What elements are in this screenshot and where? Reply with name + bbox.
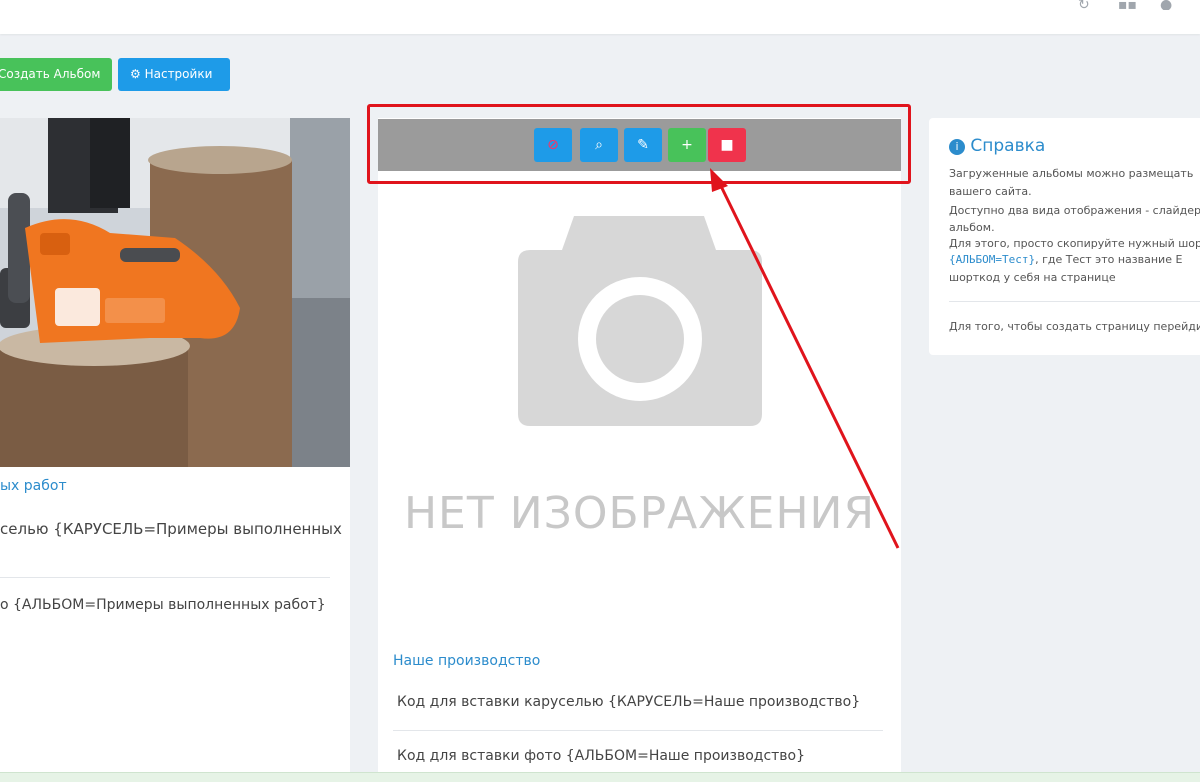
album-cover-photo[interactable] — [0, 118, 350, 467]
shortcode-example: {АЛЬБОМ=Тест} — [949, 253, 1036, 266]
gear-icon: ⚙ — [130, 67, 141, 81]
help-panel: i Справка Загруженные альбомы можно разм… — [929, 118, 1200, 355]
apps-grid-icon[interactable]: ▪▪▪ — [1118, 0, 1138, 10]
help-title-text: Справка — [970, 136, 1046, 156]
help-text-line: шорткод у себя на странице — [949, 271, 1116, 284]
annotation-highlight-box — [367, 104, 911, 184]
user-icon[interactable]: ● — [1160, 0, 1180, 10]
album-code-text: Код для вставки фото {АЛЬБОМ=Наше произв… — [397, 748, 806, 764]
help-text-line: Для того, чтобы создать страницу перейди — [949, 320, 1200, 333]
chainsaw-photo — [0, 118, 350, 467]
camera-placeholder-icon — [518, 216, 762, 426]
album-card-left: ых работ селью {КАРУСЕЛЬ=Примеры выполне… — [0, 118, 350, 782]
help-title: i Справка — [949, 136, 1045, 156]
no-image-text: НЕТ ИЗОБРАЖЕНИЯ — [403, 488, 876, 539]
help-text-line: вашего сайта. — [949, 185, 1032, 198]
bottom-strip — [0, 772, 1200, 782]
album-card-middle: Наше производство Код для вставки карусе… — [378, 118, 901, 782]
help-text-fragment: , где Тест это название E — [1035, 253, 1183, 266]
create-album-button[interactable]: Создать Альбом — [0, 58, 112, 91]
divider — [0, 577, 330, 578]
album-title-link[interactable]: ых работ — [0, 478, 67, 494]
help-text-line: Доступно два вида отображения - слайдер — [949, 204, 1200, 217]
divider — [949, 301, 1200, 302]
divider — [393, 730, 883, 731]
top-bar: ↻ ▪▪▪ ● — [0, 0, 1200, 34]
help-text-line: альбом. — [949, 221, 995, 234]
create-album-label: Создать Альбом — [0, 67, 101, 81]
refresh-icon[interactable]: ↻ — [1078, 0, 1098, 10]
carousel-code-text: Код для вставки каруселью {КАРУСЕЛЬ=Наше… — [397, 694, 861, 710]
info-icon: i — [949, 139, 965, 155]
help-text-line: Для этого, просто скопируйте нужный шор — [949, 237, 1200, 250]
help-text-line: Загруженные альбомы можно размещать — [949, 167, 1194, 180]
carousel-code-text: селью {КАРУСЕЛЬ=Примеры выполненных — [0, 520, 342, 538]
album-title-link[interactable]: Наше производство — [393, 653, 540, 669]
settings-button[interactable]: ⚙ Настройки — [118, 58, 230, 91]
settings-label: Настройки — [144, 67, 213, 81]
help-shortcode-line: {АЛЬБОМ=Тест}, где Тест это название E — [949, 253, 1182, 266]
album-code-text: о {АЛЬБОМ=Примеры выполненных работ} — [0, 597, 326, 613]
